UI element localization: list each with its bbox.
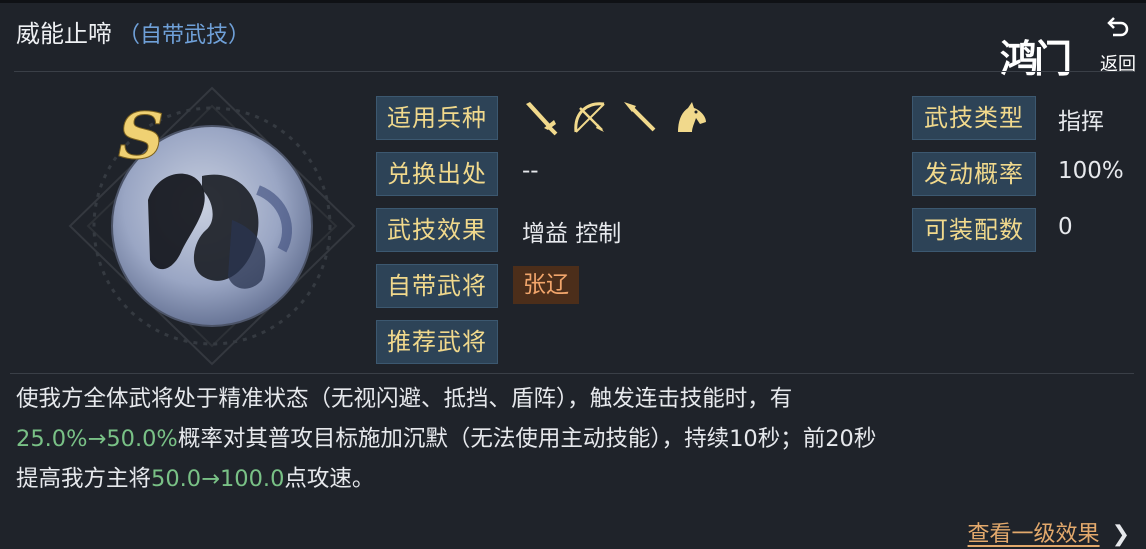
label-exchange-source: 兑换出处 (376, 152, 498, 196)
header-divider (14, 71, 1134, 72)
app-logo: 鸿门 (1000, 36, 1072, 81)
skill-emblem: S (68, 86, 356, 366)
description-line-3-post: 点攻速。 (284, 466, 375, 492)
trigger-rate-value: 100% (1058, 158, 1124, 184)
description-line-3-pre: 提高我方主将 (16, 466, 152, 492)
skill-source-tag: （自带武技） (118, 23, 251, 48)
back-arrow-icon[interactable] (1104, 14, 1130, 40)
unit-types-icons (520, 98, 710, 136)
top-border (0, 0, 1146, 3)
exchange-source-value: -- (522, 158, 539, 184)
skill-description: 使我方全体武将处于精准状态（无视闪避、抵挡、盾阵），触发连击技能时，有 25.0… (16, 379, 1140, 499)
sword-icon (520, 98, 560, 136)
general-name-chip[interactable]: 张辽 (513, 266, 579, 304)
description-divider (10, 373, 1134, 374)
skill-name: 威能止啼 (16, 20, 112, 48)
label-own-general: 自带武将 (376, 264, 498, 308)
spear-icon (620, 98, 660, 136)
label-skill-effect: 武技效果 (376, 208, 498, 252)
view-level-1-effect-link[interactable]: 查看一级效果 ❯ (968, 516, 1130, 548)
hit-chance-range: 25.0%→50.0% (16, 426, 178, 452)
rank-badge: S (118, 99, 164, 174)
label-skill-type: 武技类型 (912, 96, 1036, 140)
skill-title: 威能止啼 （自带武技） (16, 14, 250, 49)
equip-count-value: 0 (1058, 214, 1073, 240)
description-line-3: 提高我方主将50.0→100.0点攻速。 (16, 459, 1140, 499)
label-equip-count: 可装配数 (912, 208, 1036, 252)
chevron-right-icon[interactable]: ❯ (1112, 522, 1130, 547)
label-recommended-general: 推荐武将 (376, 320, 498, 364)
attack-speed-range: 50.0→100.0 (151, 466, 285, 492)
skill-type-value: 指挥 (1058, 109, 1104, 135)
bow-icon (570, 98, 610, 136)
back-button[interactable]: 返回 (1100, 50, 1136, 76)
description-line-2: 25.0%→50.0%概率对其普攻目标施加沉默（无法使用主动技能），持续10秒；… (16, 419, 1140, 459)
label-trigger-rate: 发动概率 (912, 152, 1036, 196)
horse-icon (670, 98, 710, 136)
view-level-1-effect-label[interactable]: 查看一级效果 (968, 522, 1100, 547)
label-unit-types: 适用兵种 (376, 96, 498, 140)
skill-effect-value: 增益 控制 (522, 221, 622, 247)
logo-back-area[interactable]: 鸿门 返回 (996, 10, 1142, 81)
description-line-1: 使我方全体武将处于精准状态（无视闪避、抵挡、盾阵），触发连击技能时，有 (16, 386, 793, 412)
description-line-2-text: 概率对其普攻目标施加沉默（无法使用主动技能），持续10秒；前20秒 (177, 426, 877, 452)
